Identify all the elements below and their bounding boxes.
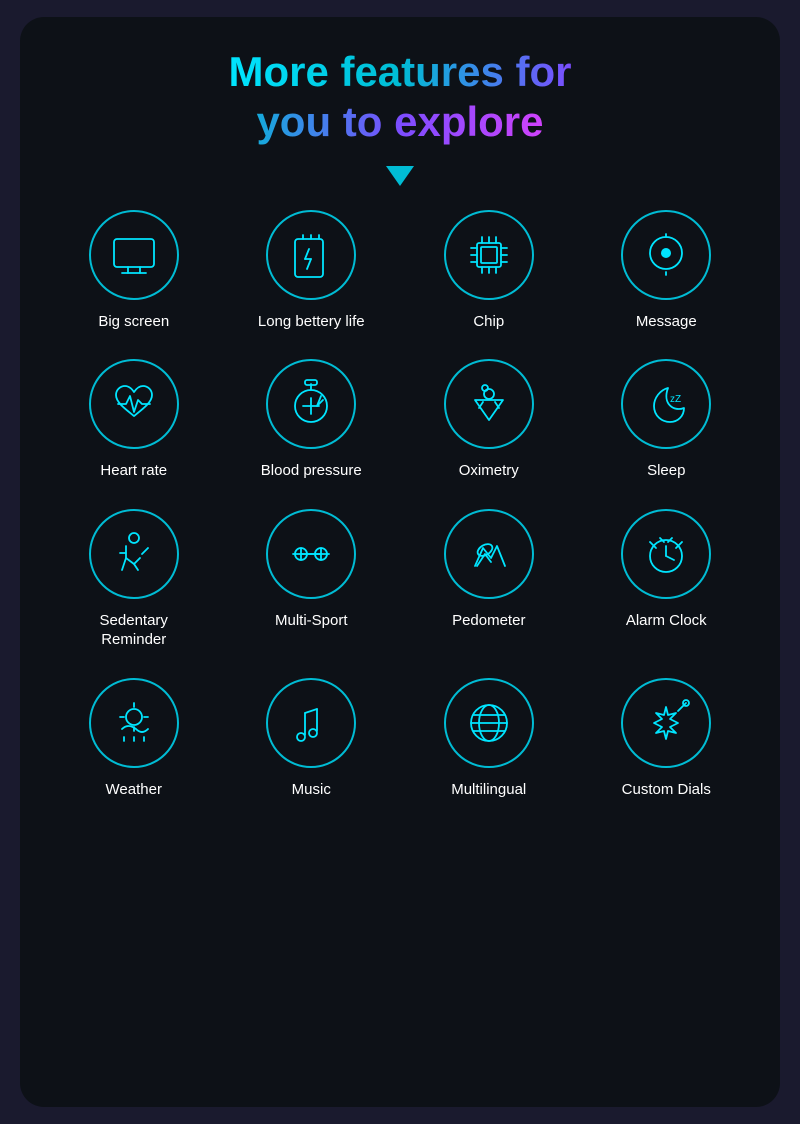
- feature-item-blood-pressure: Blood pressure: [228, 359, 396, 481]
- feature-label-pedometer: Pedometer: [452, 611, 525, 631]
- feature-item-long-battery: Long bettery life: [228, 210, 396, 332]
- arrow-down-icon: [386, 166, 414, 186]
- feature-item-message: Message: [583, 210, 751, 332]
- feature-item-pedometer: Pedometer: [405, 509, 573, 650]
- feature-label-oximetry: Oximetry: [459, 461, 519, 481]
- features-grid: Big screen Long bettery life Chip Message He…: [40, 210, 760, 800]
- feature-label-sedentary: Sedentary Reminder: [100, 611, 168, 650]
- oximetry-icon: [444, 359, 534, 449]
- title-line2: you to explore: [228, 97, 571, 147]
- feature-label-multi-sport: Multi-Sport: [275, 611, 348, 631]
- feature-item-big-screen: Big screen: [50, 210, 218, 332]
- feature-item-weather: Weather: [50, 678, 218, 800]
- feature-label-blood-pressure: Blood pressure: [261, 461, 362, 481]
- feature-label-sleep: Sleep: [647, 461, 685, 481]
- multilingual-icon: [444, 678, 534, 768]
- feature-label-message: Message: [636, 312, 697, 332]
- alarm-clock-icon: [621, 509, 711, 599]
- feature-item-multilingual: Multilingual: [405, 678, 573, 800]
- pedometer-icon: [444, 509, 534, 599]
- feature-item-custom-dials: Custom Dials: [583, 678, 751, 800]
- svg-text:zZ: zZ: [670, 394, 681, 405]
- feature-label-weather: Weather: [106, 780, 162, 800]
- feature-label-heart-rate: Heart rate: [100, 461, 167, 481]
- message-icon: [621, 210, 711, 300]
- feature-item-multi-sport: Multi-Sport: [228, 509, 396, 650]
- feature-item-music: Music: [228, 678, 396, 800]
- feature-label-multilingual: Multilingual: [451, 780, 526, 800]
- feature-item-heart-rate: Heart rate: [50, 359, 218, 481]
- main-title: More features for you to explore: [228, 47, 571, 148]
- sleep-icon: zZ: [621, 359, 711, 449]
- feature-item-sedentary: Sedentary Reminder: [50, 509, 218, 650]
- custom-dials-icon: [621, 678, 711, 768]
- feature-item-sleep: zZ Sleep: [583, 359, 751, 481]
- battery-icon: [266, 210, 356, 300]
- feature-label-custom-dials: Custom Dials: [622, 780, 711, 800]
- feature-item-chip: Chip: [405, 210, 573, 332]
- feature-item-alarm-clock: Alarm Clock: [583, 509, 751, 650]
- weather-icon: [89, 678, 179, 768]
- feature-label-music: Music: [292, 780, 331, 800]
- feature-label-long-battery: Long bettery life: [258, 312, 365, 332]
- multi-sport-icon: [266, 509, 356, 599]
- heart-rate-icon: [89, 359, 179, 449]
- main-card: More features for you to explore Big scr…: [20, 17, 780, 1107]
- music-icon: [266, 678, 356, 768]
- feature-label-big-screen: Big screen: [98, 312, 169, 332]
- feature-item-oximetry: Oximetry: [405, 359, 573, 481]
- feature-label-chip: Chip: [473, 312, 504, 332]
- big-screen-icon: [89, 210, 179, 300]
- blood-pressure-icon: [266, 359, 356, 449]
- title-line1: More features for: [228, 47, 571, 97]
- chip-icon: [444, 210, 534, 300]
- sedentary-icon: [89, 509, 179, 599]
- feature-label-alarm-clock: Alarm Clock: [626, 611, 707, 631]
